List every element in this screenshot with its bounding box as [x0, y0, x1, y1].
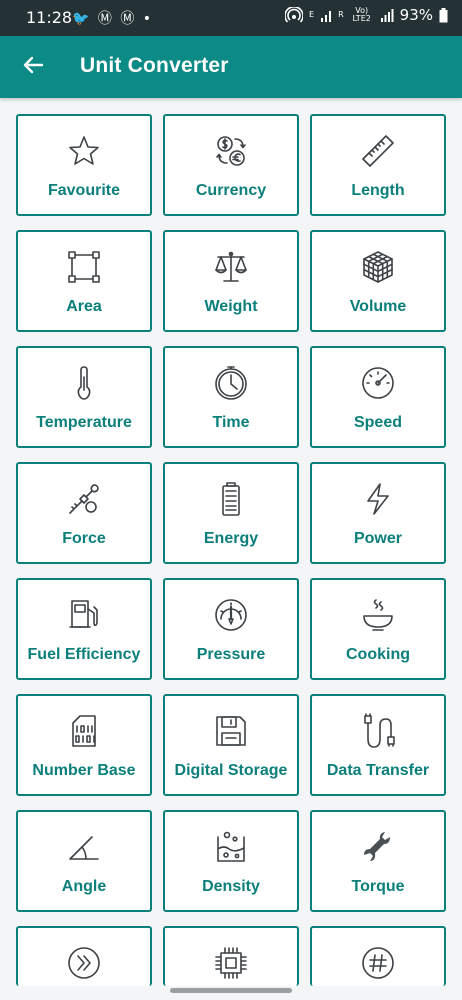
category-label: Time: [212, 414, 250, 431]
category-card-angle[interactable]: Angle: [16, 810, 152, 912]
angle-icon: [65, 828, 103, 866]
category-card-currency[interactable]: Currency: [163, 114, 299, 216]
category-card-speed[interactable]: Speed: [310, 346, 446, 448]
clock-icon: [212, 364, 250, 402]
category-card-force[interactable]: Force: [16, 462, 152, 564]
hash-circle-icon: [359, 944, 397, 982]
category-card-digital-storage[interactable]: Digital Storage: [163, 694, 299, 796]
category-label: Digital Storage: [174, 762, 288, 779]
cube-icon: [359, 248, 397, 286]
status-bar: 11:28 🐦 Ⓜ Ⓜ • E R Vo) LTE2 93%: [0, 0, 462, 36]
battery-icon: [439, 7, 448, 23]
category-label: Force: [62, 530, 106, 547]
ruler-icon: [359, 132, 397, 170]
category-card-number-base[interactable]: Number Base: [16, 694, 152, 796]
app-bar: Unit Converter: [0, 36, 462, 98]
force-icon: [65, 480, 103, 518]
chip-icon: [212, 944, 250, 982]
star-icon: [65, 132, 103, 170]
category-card-weight[interactable]: Weight: [163, 230, 299, 332]
lightning-icon: [359, 480, 397, 518]
category-label: Density: [202, 878, 260, 895]
area-icon: [65, 248, 103, 286]
cable-icon: [359, 712, 397, 750]
category-card-area[interactable]: Area: [16, 230, 152, 332]
category-label: Temperature: [36, 414, 132, 431]
battery-icon: [212, 480, 250, 518]
floppy-disk-icon: [212, 712, 250, 750]
beaker-icon: [212, 828, 250, 866]
category-card-pressure[interactable]: Pressure: [163, 578, 299, 680]
gesture-navigation-bar[interactable]: [170, 988, 292, 993]
category-card-partial-2[interactable]: [163, 926, 299, 986]
category-card-temperature[interactable]: Temperature: [16, 346, 152, 448]
bowl-icon: [359, 596, 397, 634]
speedometer-icon: [359, 364, 397, 402]
sd-card-binary-icon: [65, 712, 103, 750]
category-card-partial-3[interactable]: [310, 926, 446, 986]
category-label: Favourite: [47, 182, 120, 199]
back-button[interactable]: [16, 50, 50, 84]
thermometer-icon: [65, 364, 103, 402]
volte-indicator: Vo) LTE2: [352, 6, 371, 23]
category-label: Currency: [195, 182, 267, 199]
category-card-energy[interactable]: Energy: [163, 462, 299, 564]
category-label: Number Base: [32, 762, 136, 779]
scale-icon: [212, 248, 250, 286]
network-r-indicator: R: [338, 10, 344, 19]
category-card-cooking[interactable]: Cooking: [310, 578, 446, 680]
category-label: Speed: [353, 414, 402, 431]
network-e-indicator: E: [309, 10, 315, 19]
gauge-icon: [212, 596, 250, 634]
currency-icon: [212, 132, 250, 170]
status-time: 11:28: [26, 8, 73, 27]
category-card-length[interactable]: Length: [310, 114, 446, 216]
category-card-fuel-efficiency[interactable]: Fuel Efficiency: [16, 578, 152, 680]
category-label: Angle: [61, 878, 107, 895]
category-card-favourite[interactable]: Favourite: [16, 114, 152, 216]
category-card-volume[interactable]: Volume: [310, 230, 446, 332]
category-card-power[interactable]: Power: [310, 462, 446, 564]
category-label: Data Transfer: [326, 762, 430, 779]
category-label: Weight: [204, 298, 258, 315]
category-grid: Favourite Currency Length Area Weight Vo…: [16, 114, 446, 986]
category-label: Area: [66, 298, 102, 315]
fuel-pump-icon: [65, 596, 103, 634]
category-label: Pressure: [196, 646, 266, 663]
category-label: Cooking: [346, 646, 410, 663]
category-label: Torque: [351, 878, 405, 895]
category-card-torque[interactable]: Torque: [310, 810, 446, 912]
category-label: Energy: [203, 530, 259, 547]
notification-icons: 🐦 Ⓜ Ⓜ •: [72, 11, 154, 27]
category-label: Power: [353, 530, 402, 547]
page-title: Unit Converter: [80, 54, 229, 77]
category-label: Fuel Efficiency: [27, 646, 141, 663]
arrow-left-icon: [22, 54, 44, 81]
category-card-density[interactable]: Density: [163, 810, 299, 912]
signal-2-icon: [380, 8, 394, 22]
category-card-time[interactable]: Time: [163, 346, 299, 448]
fast-forward-circle-icon: [65, 944, 103, 982]
battery-percent: 93%: [399, 6, 433, 24]
category-label: Length: [351, 182, 405, 199]
category-label: Volume: [349, 298, 407, 315]
wrench-icon: [359, 828, 397, 866]
category-card-partial-1[interactable]: [16, 926, 152, 986]
category-card-data-transfer[interactable]: Data Transfer: [310, 694, 446, 796]
signal-icon: [320, 8, 332, 22]
hotspot-icon: [285, 7, 304, 23]
